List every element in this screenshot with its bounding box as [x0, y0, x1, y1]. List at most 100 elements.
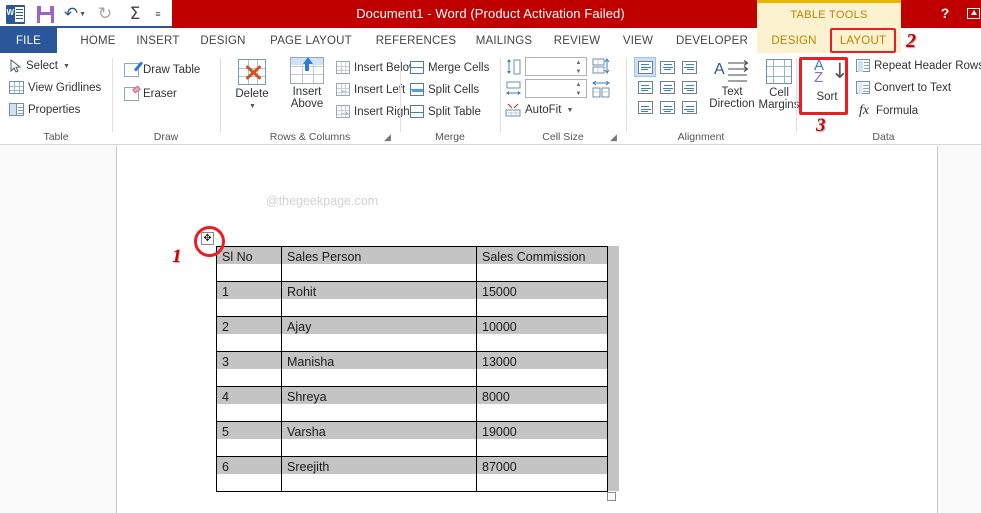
group-label-merge: Merge [400, 131, 500, 143]
align-top-center-button[interactable] [656, 57, 678, 77]
sales-table[interactable]: Sl No Sales Person Sales Commission 1 Ro… [216, 246, 608, 492]
table-cell: Ajay [282, 317, 477, 352]
ribbon-group-alignment: A Text Direction Cell Margins Alignment [626, 53, 796, 145]
end-of-row-mark [608, 246, 619, 281]
merge-cells-icon [410, 61, 424, 74]
table-row[interactable]: 5 Varsha 19000 [217, 422, 608, 457]
align-center-left-button[interactable] [634, 77, 656, 97]
group-label-rows-and-columns: Rows & Columns [220, 131, 400, 143]
help-icon[interactable]: ? [934, 2, 956, 24]
cell-margins-icon [766, 59, 792, 84]
autofit-icon [505, 103, 521, 117]
tab-home[interactable]: HOME [72, 28, 124, 53]
table-resize-handle[interactable] [607, 492, 616, 501]
table-cell: 87000 [477, 457, 608, 492]
split-table-button[interactable]: Split Table [410, 105, 481, 118]
end-of-row-mark [608, 421, 619, 456]
convert-to-text-icon [856, 81, 870, 94]
redo-icon[interactable]: ↻ [90, 2, 120, 26]
autofit-label: AutoFit [525, 104, 561, 116]
insert-left-button[interactable]: ← Insert Left [336, 83, 405, 96]
grid-icon [9, 81, 24, 94]
properties-button[interactable]: Properties [9, 103, 80, 116]
convert-to-text-button[interactable]: Convert to Text [856, 81, 951, 94]
delete-button[interactable]: Delete ▼ [224, 59, 280, 113]
align-top-right-button[interactable] [678, 57, 700, 77]
align-center-left-icon [638, 81, 653, 94]
table-row-height-input[interactable]: ▲▼ [525, 57, 587, 76]
chevron-down-icon[interactable]: ▼ [566, 107, 573, 114]
insert-above-label-line2: Above [291, 98, 324, 110]
tab-review[interactable]: REVIEW [548, 28, 606, 53]
insert-right-icon: → [336, 105, 350, 118]
ribbon-display-options-icon[interactable] [962, 2, 981, 24]
tab-view[interactable]: VIEW [614, 28, 662, 53]
group-label-alignment: Alignment [626, 131, 776, 143]
draw-table-button[interactable]: Draw Table [124, 63, 200, 77]
rows-columns-dialog-launcher[interactable]: ◢ [384, 132, 394, 142]
align-center-button[interactable] [656, 77, 678, 97]
distribute-columns-icon[interactable] [592, 81, 610, 98]
cursor-icon [9, 59, 22, 73]
tab-table-tools-design[interactable]: DESIGN [763, 28, 825, 53]
save-icon[interactable] [30, 2, 60, 26]
table-row[interactable]: 2 Ajay 10000 [217, 317, 608, 352]
table-row[interactable]: 6 Sreejith 87000 [217, 457, 608, 492]
split-cells-button[interactable]: Split Cells [410, 83, 479, 96]
insert-above-button[interactable]: Insert Above [280, 57, 334, 110]
cell-size-dialog-launcher[interactable]: ◢ [610, 132, 620, 142]
tab-insert[interactable]: INSERT [130, 28, 186, 53]
end-of-row-mark [608, 386, 619, 421]
merge-cells-label: Merge Cells [428, 62, 489, 74]
table-cell: 13000 [477, 352, 608, 387]
undo-icon[interactable]: ↶▼ [60, 2, 90, 26]
chevron-down-icon[interactable]: ▼ [63, 63, 70, 70]
table-move-handle-highlight [194, 226, 225, 257]
distribute-rows-icon[interactable] [592, 58, 610, 75]
text-direction-button[interactable]: A Text Direction [708, 59, 756, 110]
merge-cells-button[interactable]: Merge Cells [410, 61, 489, 74]
repeat-header-rows-button[interactable]: Repeat Header Rows [856, 59, 981, 72]
table-cell: Shreya [282, 387, 477, 422]
tab-design[interactable]: DESIGN [194, 28, 252, 53]
align-bottom-center-button[interactable] [656, 97, 678, 117]
align-bottom-left-button[interactable] [634, 97, 656, 117]
align-bottom-right-icon [682, 101, 697, 114]
autofit-button[interactable]: AutoFit ▼ [505, 103, 573, 117]
table-cell: 5 [217, 422, 282, 457]
align-top-center-icon [660, 61, 675, 74]
align-top-left-button[interactable] [634, 57, 656, 77]
tab-mailings[interactable]: MAILINGS [468, 28, 540, 53]
table-row[interactable]: 1 Rohit 15000 [217, 282, 608, 317]
table-cell: Varsha [282, 422, 477, 457]
select-button[interactable]: Select ▼ [9, 59, 70, 73]
view-gridlines-button[interactable]: View Gridlines [9, 81, 101, 94]
table-row[interactable]: 3 Manisha 13000 [217, 352, 608, 387]
autosum-icon[interactable]: Σ [120, 2, 150, 26]
align-top-right-icon [682, 61, 697, 74]
tab-file[interactable]: FILE [0, 28, 57, 53]
table-cell: Sales Person [282, 247, 477, 282]
group-label-draw: Draw [112, 131, 220, 143]
delete-label: Delete [235, 88, 268, 100]
table-header-row[interactable]: Sl No Sales Person Sales Commission [217, 247, 608, 282]
customize-quick-access-toolbar-icon[interactable]: ≡ [150, 2, 166, 26]
table-cell: 8000 [477, 387, 608, 422]
tab-page-layout[interactable]: PAGE LAYOUT [260, 28, 362, 53]
table-cell: 10000 [477, 317, 608, 352]
view-gridlines-label: View Gridlines [28, 82, 101, 94]
formula-button[interactable]: fx Formula [856, 103, 918, 119]
table-column-width-input[interactable]: ▲▼ [525, 79, 587, 98]
split-table-label: Split Table [428, 106, 481, 118]
cell-margins-label-line2: Margins [759, 99, 800, 111]
align-bottom-right-button[interactable] [678, 97, 700, 117]
align-bottom-center-icon [660, 101, 675, 114]
align-center-right-button[interactable] [678, 77, 700, 97]
chevron-down-icon[interactable]: ▼ [249, 101, 256, 113]
tab-developer[interactable]: DEVELOPER [668, 28, 756, 53]
table-cell: 1 [217, 282, 282, 317]
eraser-button[interactable]: Eraser [124, 87, 177, 101]
tab-references[interactable]: REFERENCES [368, 28, 464, 53]
pen-icon [124, 63, 139, 77]
table-row[interactable]: 4 Shreya 8000 [217, 387, 608, 422]
